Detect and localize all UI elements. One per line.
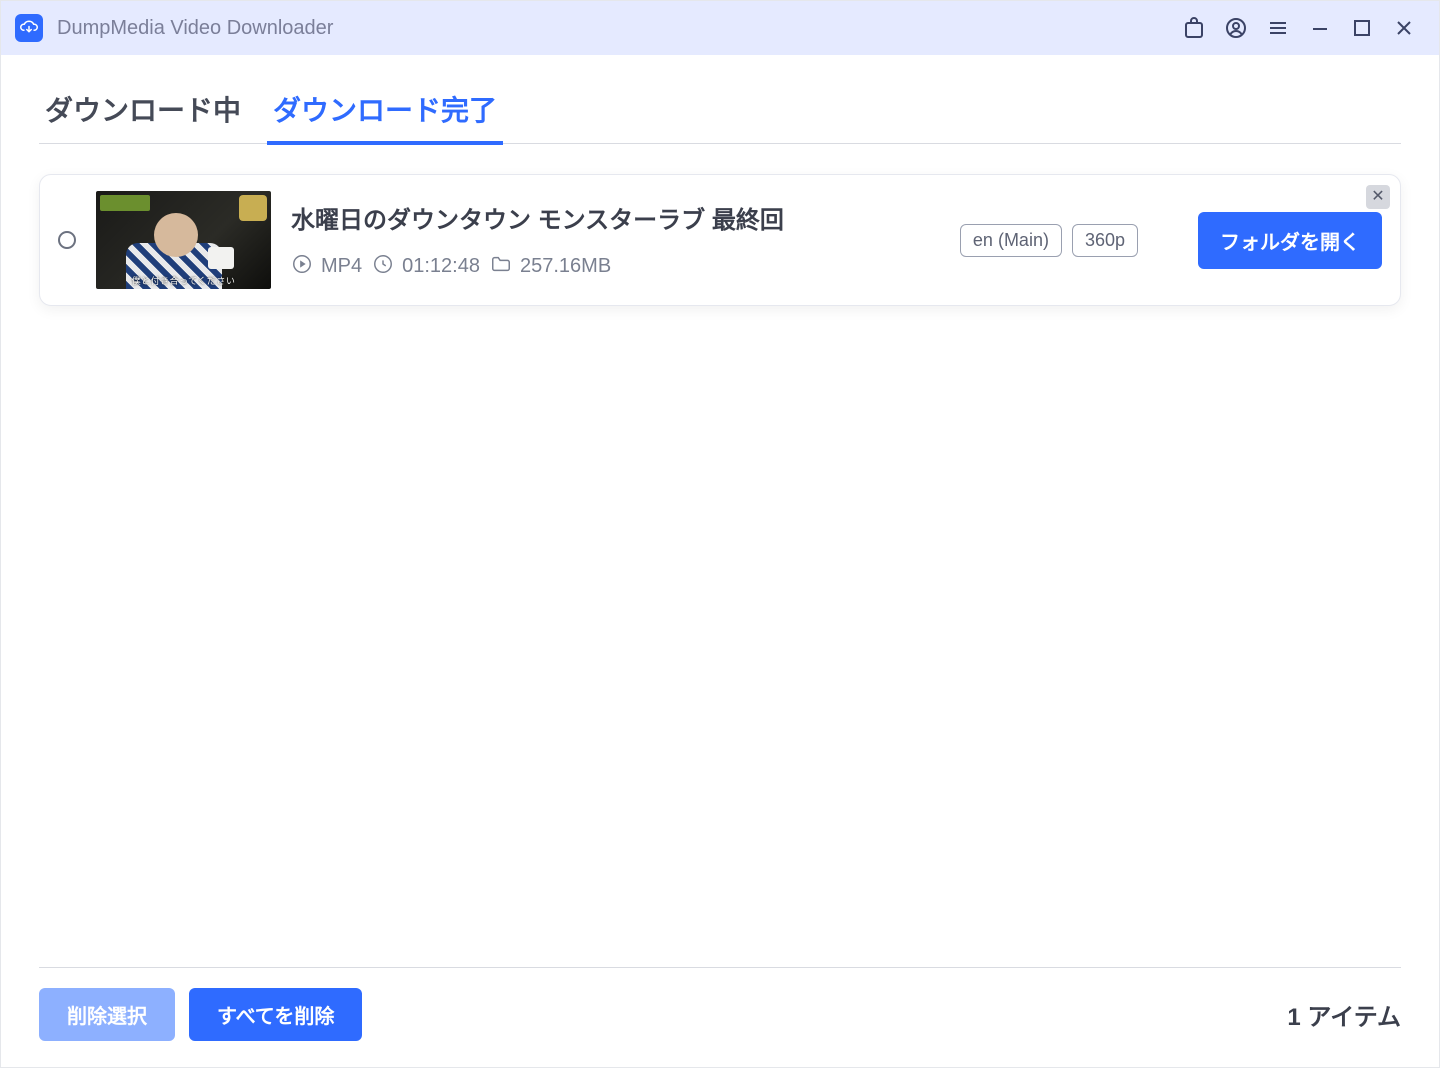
tab-downloading[interactable]: ダウンロード中 — [39, 89, 247, 145]
app-logo-icon — [15, 14, 43, 42]
titlebar: DumpMedia Video Downloader — [1, 1, 1439, 55]
item-count-label: 1 アイテム — [1287, 997, 1401, 1032]
shop-icon[interactable] — [1173, 7, 1215, 49]
open-folder-button[interactable]: フォルダを開く — [1198, 212, 1382, 269]
size-label: 257.16MB — [520, 255, 611, 278]
app-title: DumpMedia Video Downloader — [57, 17, 333, 40]
video-thumbnail: 僕と付き合ってください — [96, 191, 271, 289]
language-badge: en (Main) — [960, 224, 1062, 257]
maximize-icon[interactable] — [1341, 7, 1383, 49]
quality-badge: 360p — [1072, 224, 1138, 257]
play-icon — [291, 253, 313, 281]
account-icon[interactable] — [1215, 7, 1257, 49]
download-item: 僕と付き合ってください 水曜日のダウンタウン モンスターラブ 最終回 MP4 0… — [39, 174, 1401, 306]
clock-icon — [372, 253, 394, 281]
select-radio[interactable] — [58, 231, 76, 249]
video-meta: MP4 01:12:48 257.16MB — [291, 253, 940, 281]
delete-all-button[interactable]: すべてを削除 — [189, 988, 362, 1041]
thumbnail-caption: 僕と付き合ってください — [96, 274, 271, 287]
tab-finished[interactable]: ダウンロード完了 — [267, 89, 503, 145]
tabs-container: ダウンロード中 ダウンロード完了 — [1, 55, 1439, 144]
folder-icon — [490, 253, 512, 281]
footer-bar: 削除選択 すべてを削除 1 アイテム — [39, 967, 1401, 1041]
duration-label: 01:12:48 — [402, 255, 480, 278]
delete-selected-button[interactable]: 削除選択 — [39, 988, 175, 1041]
close-window-icon[interactable] — [1383, 7, 1425, 49]
menu-icon[interactable] — [1257, 7, 1299, 49]
remove-item-icon[interactable]: ✕ — [1366, 185, 1390, 209]
format-label: MP4 — [321, 255, 362, 278]
minimize-icon[interactable] — [1299, 7, 1341, 49]
download-list: 僕と付き合ってください 水曜日のダウンタウン モンスターラブ 最終回 MP4 0… — [1, 144, 1439, 967]
video-title: 水曜日のダウンタウン モンスターラブ 最終回 — [291, 200, 940, 235]
